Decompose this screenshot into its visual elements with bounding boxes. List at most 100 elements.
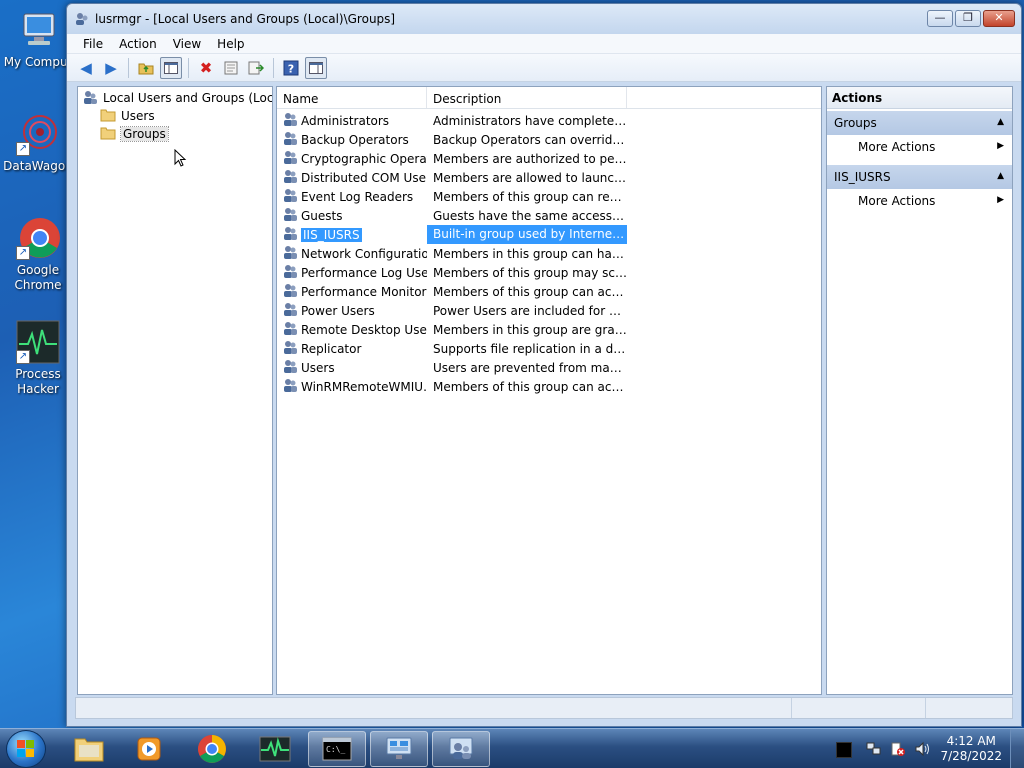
desktop-icon-my-computer[interactable]: My Comput <box>2 8 74 70</box>
group-description: Members of this group can acces... <box>433 284 627 299</box>
table-row[interactable]: Performance Monitor ... Members of this g… <box>277 282 821 301</box>
column-header-description[interactable]: Description <box>427 87 627 108</box>
taskbar-command-prompt[interactable]: C:\_ <box>308 731 366 767</box>
menu-file[interactable]: File <box>75 34 111 53</box>
table-row[interactable]: Users Users are prevented from making ... <box>277 358 821 377</box>
desktop-icon-label: My Comput <box>3 55 73 69</box>
minimize-button[interactable]: — <box>927 10 953 27</box>
export-list-icon[interactable] <box>245 57 267 79</box>
start-button[interactable] <box>6 730 46 768</box>
delete-icon[interactable]: ✖ <box>195 57 217 79</box>
table-row[interactable]: WinRMRemoteWMIU... Members of this group … <box>277 377 821 396</box>
table-row[interactable]: Replicator Supports file replication in a… <box>277 339 821 358</box>
taskbar-chrome[interactable] <box>183 731 241 767</box>
close-button[interactable]: ✕ <box>983 10 1015 27</box>
status-segment <box>792 698 926 718</box>
group-icon <box>282 225 298 244</box>
forward-icon[interactable]: ▶ <box>100 57 122 79</box>
collapse-caret-icon[interactable]: ▲ <box>997 171 1004 181</box>
group-icon <box>282 187 298 206</box>
desktop-icon-google-chrome[interactable]: ↗ Google Chrome <box>2 216 74 293</box>
taskbar-media-player[interactable] <box>120 731 178 767</box>
volume-icon[interactable] <box>914 741 930 760</box>
more-actions-groups[interactable]: More Actions ▶ <box>827 135 1012 159</box>
column-header-name[interactable]: Name <box>277 87 427 108</box>
toolbar-separator <box>188 57 189 78</box>
back-icon[interactable]: ◀ <box>75 57 97 79</box>
properties-icon[interactable] <box>220 57 242 79</box>
show-hide-console-tree-icon[interactable] <box>160 56 182 79</box>
cell-name: Users <box>277 358 427 377</box>
table-row[interactable]: IIS_IUSRS Built-in group used by Internet… <box>277 225 821 244</box>
restore-button[interactable]: ❐ <box>955 10 981 27</box>
actions-section-groups[interactable]: Groups ▲ <box>827 111 1012 135</box>
show-desktop-button[interactable] <box>1010 729 1024 768</box>
group-description: Members of this group can acces... <box>433 379 627 394</box>
taskbar-lusrmgr[interactable] <box>432 731 490 767</box>
group-description: Members in this group are grante... <box>433 322 627 337</box>
toolbar-separator <box>273 57 274 78</box>
group-description: Members in this group can have s... <box>433 246 627 261</box>
up-folder-icon[interactable] <box>135 57 157 79</box>
taskbar-network-manager[interactable] <box>370 731 428 767</box>
cell-name: Distributed COM Users <box>277 168 427 187</box>
menu-help[interactable]: Help <box>209 34 252 53</box>
table-row[interactable]: Power Users Power Users are included for … <box>277 301 821 320</box>
cell-name: Administrators <box>277 111 427 130</box>
show-hide-action-pane-icon[interactable] <box>305 56 327 79</box>
group-icon <box>282 111 298 130</box>
group-description: Members are allowed to launch, a... <box>433 170 627 185</box>
table-row[interactable]: Guests Guests have the same access as m..… <box>277 206 821 225</box>
menu-action[interactable]: Action <box>111 34 165 53</box>
taskbar-process-hacker[interactable] <box>246 731 304 767</box>
cell-name: Remote Desktop Users <box>277 320 427 339</box>
shortcut-arrow-icon: ↗ <box>16 142 30 156</box>
actions-section-label: IIS_IUSRS <box>834 170 891 184</box>
tree-item-groups[interactable]: Groups <box>100 125 169 143</box>
desktop-icon-process-hacker[interactable]: ↗ Process Hacker <box>2 320 74 397</box>
group-icon <box>282 339 298 358</box>
table-row[interactable]: Network Configuratio... Members in this g… <box>277 244 821 263</box>
table-row[interactable]: Event Log Readers Members of this group c… <box>277 187 821 206</box>
help-icon[interactable]: ? <box>280 57 302 79</box>
tree-item-label: Groups <box>120 126 169 142</box>
clock[interactable]: 4:12 AM 7/28/2022 <box>940 734 1002 764</box>
cell-name: Backup Operators <box>277 130 427 149</box>
group-icon <box>282 168 298 187</box>
table-row[interactable]: Remote Desktop Users Members in this grou… <box>277 320 821 339</box>
clock-time: 4:12 AM <box>946 734 996 748</box>
title-bar[interactable]: lusrmgr - [Local Users and Groups (Local… <box>67 4 1021 34</box>
table-row[interactable]: Administrators Administrators have comple… <box>277 111 821 130</box>
table-row[interactable]: Distributed COM Users Members are allowed… <box>277 168 821 187</box>
action-center-icon[interactable] <box>890 741 906 760</box>
tree-item-users[interactable]: Users <box>100 107 155 125</box>
cell-name: Network Configuratio... <box>277 244 427 263</box>
tree-item-local-users-and-groups[interactable]: Local Users and Groups (Local) <box>82 89 272 107</box>
actions-section-iis-iusrs[interactable]: IIS_IUSRS ▲ <box>827 165 1012 189</box>
black-square-icon[interactable] <box>836 742 852 758</box>
status-segment <box>76 698 792 718</box>
group-name: Replicator <box>301 341 362 356</box>
group-icon <box>282 301 298 320</box>
table-row[interactable]: Performance Log Users Members of this gro… <box>277 263 821 282</box>
group-icon <box>282 282 298 301</box>
status-segment <box>926 698 1012 718</box>
menu-view[interactable]: View <box>165 34 209 53</box>
table-row[interactable]: Backup Operators Backup Operators can ove… <box>277 130 821 149</box>
table-row[interactable]: Cryptographic Operat... Members are autho… <box>277 149 821 168</box>
actions-section-label: Groups <box>834 116 877 130</box>
group-description: Built-in group used by Internet Inf... <box>427 225 627 244</box>
svg-text:?: ? <box>288 62 294 75</box>
more-actions-iis-iusrs[interactable]: More Actions ▶ <box>827 189 1012 213</box>
group-description: Backup Operators can override se... <box>433 132 627 147</box>
groups-list-pane: Name Description Administrators Administr… <box>276 86 822 695</box>
cell-name: Event Log Readers <box>277 187 427 206</box>
taskbar-explorer[interactable] <box>60 731 118 767</box>
network-icon[interactable] <box>866 741 882 760</box>
desktop-icon-datawagon[interactable]: ↗ DataWagon <box>2 112 74 174</box>
status-bar <box>75 697 1013 719</box>
actions-title: Actions <box>827 87 1012 109</box>
collapse-caret-icon[interactable]: ▲ <box>997 117 1004 127</box>
cell-name: Cryptographic Operat... <box>277 149 427 168</box>
taskbar: C:\_ 4:12 AM 7/28/2022 <box>0 728 1024 768</box>
